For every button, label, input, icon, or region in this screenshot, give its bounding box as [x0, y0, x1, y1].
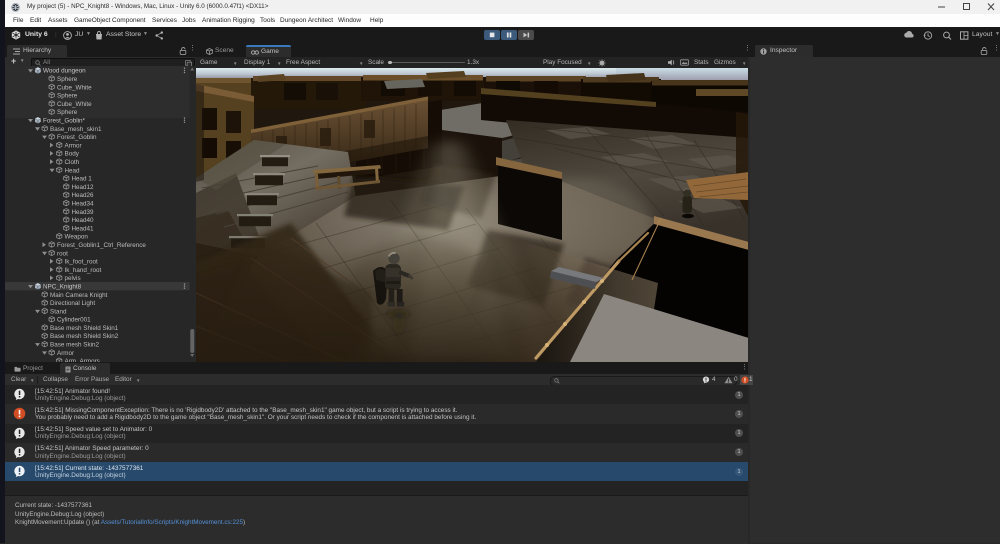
svg-text:pelvis: pelvis	[65, 275, 81, 282]
svg-text:Armor: Armor	[57, 350, 74, 357]
svg-text:Head: Head	[65, 167, 81, 174]
svg-text:Cube_White: Cube_White	[57, 84, 92, 91]
svg-text:Head41: Head41	[72, 225, 95, 232]
svg-text:root: root	[57, 250, 68, 257]
svg-text:Head12: Head12	[72, 184, 95, 191]
svg-text:Sphere: Sphere	[57, 76, 78, 83]
svg-text:Base mesh Shield Skin1: Base mesh Shield Skin1	[50, 325, 119, 332]
svg-text:Base mesh Shield Skin2: Base mesh Shield Skin2	[50, 333, 119, 340]
svg-text:Main Camera Knight: Main Camera Knight	[50, 292, 108, 299]
svg-text:Ik_hand_root: Ik_hand_root	[65, 267, 102, 274]
svg-text:Head40: Head40	[72, 217, 95, 224]
svg-text:Ik_foot_root: Ik_foot_root	[65, 258, 99, 265]
svg-text:Weapon: Weapon	[65, 234, 89, 241]
svg-text:Wood dungeon: Wood dungeon	[43, 68, 86, 75]
svg-text:Head 1: Head 1	[72, 175, 93, 182]
svg-text:Head26: Head26	[72, 192, 95, 199]
svg-text:Cube_White: Cube_White	[57, 101, 92, 108]
svg-text:Directional Light: Directional Light	[50, 300, 95, 307]
svg-text:Forest_Goblin: Forest_Goblin	[57, 134, 97, 141]
svg-text:Body: Body	[65, 151, 80, 158]
svg-text:Forest_Goblin1_Ctrl_Reference: Forest_Goblin1_Ctrl_Reference	[57, 242, 146, 249]
svg-text:Cylinder001: Cylinder001	[57, 317, 91, 324]
svg-text:Stand: Stand	[50, 308, 67, 315]
svg-text:Base mesh Skin2: Base mesh Skin2	[50, 341, 99, 348]
svg-text:Forest_Goblin*: Forest_Goblin*	[43, 117, 86, 124]
svg-text:Cloth: Cloth	[65, 159, 80, 166]
svg-text:Head34: Head34	[72, 200, 95, 207]
svg-text:NPC_Knight8: NPC_Knight8	[43, 283, 82, 290]
svg-text:Armor: Armor	[65, 142, 82, 149]
svg-text:Head39: Head39	[72, 209, 95, 216]
svg-text:Sphere: Sphere	[57, 92, 78, 99]
svg-text:Sphere: Sphere	[57, 109, 78, 116]
svg-text:Base_mesh_skin1: Base_mesh_skin1	[50, 126, 102, 133]
